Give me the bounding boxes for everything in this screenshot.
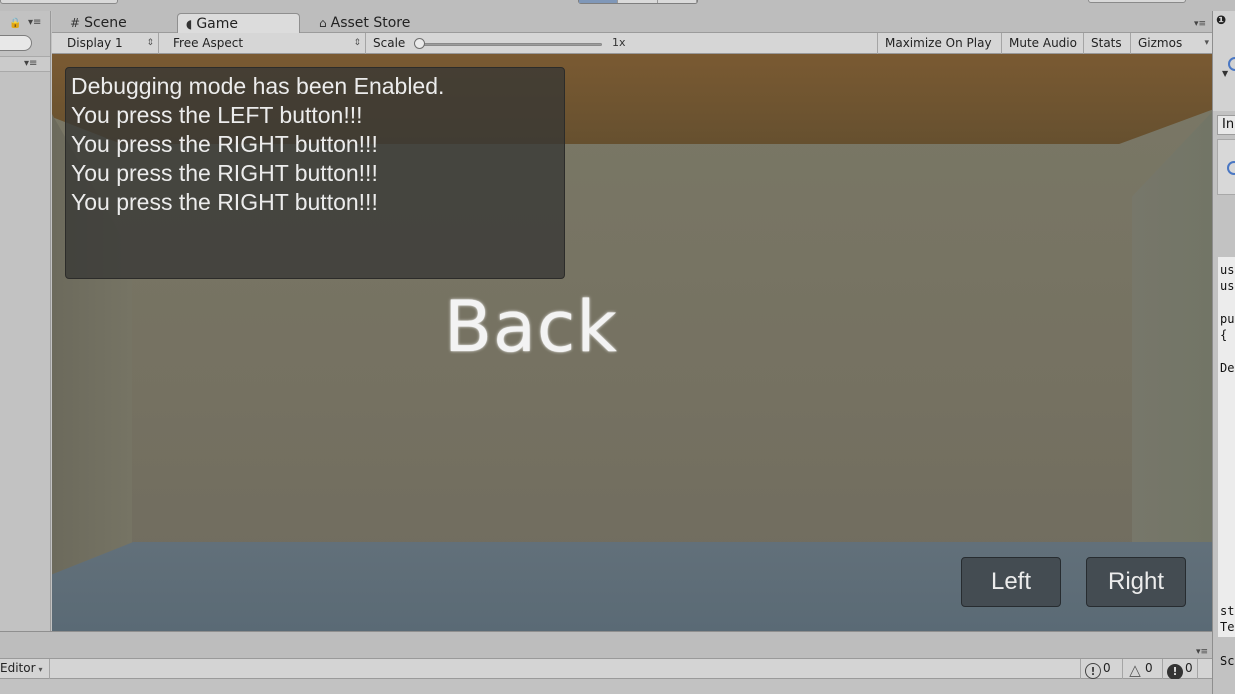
hierarchy-panel: 🔒 ▾≡ ▾≡ [0,11,51,631]
debug-line: You press the LEFT button!!! [71,102,363,128]
game-controller-icon: ◖ [186,17,193,31]
debug-line: Debugging mode has been Enabled. [71,73,445,99]
pause-button[interactable] [618,0,658,3]
tab-scene[interactable]: # Scene [62,13,135,34]
unity-editor-window: 🔒 ▾≡ ▾≡ # Scene ◖ Game ⌂ Asset Store ▾≡ Dis… [0,0,1235,694]
log-count-toggle[interactable]: ! 0 [1080,659,1115,679]
lock-icon[interactable]: 🔒 [9,18,21,29]
scene-menu-icon[interactable]: ▾≡ [24,58,37,69]
shopping-bag-icon: ⌂ [319,16,327,30]
scale-label: Scale [373,36,406,50]
code-line: us [1220,263,1235,277]
room-right-wall [1132,112,1212,582]
play-button[interactable] [579,0,619,3]
panel-menu-icon[interactable]: ▾≡ [28,17,41,28]
panel-menu-icon[interactable]: ▾≡ [1196,647,1208,657]
back-label[interactable]: Back [444,286,618,368]
code-line: De [1220,361,1235,375]
component-icon [1227,161,1235,175]
scale-slider-thumb[interactable] [414,38,425,49]
step-button[interactable] [658,0,697,3]
code-line: Sc [1220,654,1235,668]
scale-control: Scale 1x [366,33,628,54]
code-line: { [1220,328,1228,342]
stats-toggle[interactable]: Stats [1084,33,1131,54]
debug-line: You press the RIGHT button!!! [71,160,378,186]
scale-slider-track[interactable] [418,43,602,46]
info-icon: ! [1085,663,1101,679]
log-count: 0 [1103,661,1111,675]
debug-log-box: Debugging mode has been Enabled. You pre… [65,67,565,279]
code-line: Te [1220,620,1235,634]
console-toolbar: Editor ▾ ! 0 △ 0 ! 0 [0,658,1212,680]
tab-asset-store[interactable]: ⌂ Asset Store [311,13,418,34]
transform-tools[interactable] [0,0,118,4]
display-label: Display 1 [67,36,123,50]
info-icon: ❶ [1216,13,1227,27]
hierarchy-header: 🔒 ▾≡ [0,17,50,33]
status-bar [0,679,1212,694]
maximize-on-play-toggle[interactable]: Maximize On Play [877,33,1002,54]
warning-icon: △ [1129,661,1141,679]
code-line: pu [1220,312,1235,326]
hierarchy-row[interactable]: ▾≡ [0,56,50,72]
aspect-dropdown[interactable]: Free Aspect ⇕ [166,33,366,54]
editor-dropdown[interactable]: Editor ▾ [0,659,50,679]
layers-dropdown[interactable] [1088,0,1186,3]
display-dropdown[interactable]: Display 1 ⇕ [60,33,159,54]
mute-audio-toggle[interactable]: Mute Audio [1002,33,1084,54]
left-button[interactable]: Left [961,557,1061,607]
debug-line: You press the RIGHT button!!! [71,131,378,157]
scale-value: 1x [612,36,626,49]
warning-count-toggle[interactable]: △ 0 [1122,659,1157,679]
error-count: 0 [1185,661,1193,675]
tab-asset-store-label: Asset Store [330,15,411,31]
chevron-updown-icon: ⇕ [146,38,154,48]
chevron-down-icon: ▾ [1204,38,1209,48]
error-icon: ! [1167,664,1183,680]
code-line: sty [1220,604,1235,618]
script-icon [1228,57,1235,71]
game-viewport[interactable]: Debugging mode has been Enabled. You pre… [52,54,1212,632]
game-view-toolbar: Display 1 ⇕ Free Aspect ⇕ Scale 1x Maxim… [52,33,1212,54]
right-button[interactable]: Right [1086,557,1186,607]
editor-label: Editor [0,661,36,675]
console-tab-strip: ▾≡ [0,631,1212,658]
warning-count: 0 [1145,661,1153,675]
code-line: us [1220,279,1235,293]
tab-menu-icon[interactable]: ▾≡ [1194,19,1206,29]
inspector-field[interactable]: In [1217,115,1235,135]
main-toolbar [0,0,1235,11]
play-controls[interactable] [578,0,698,4]
inspector-panel: ❶ ▼ In us us pu { De sty Te Sc [1212,11,1235,694]
aspect-label: Free Aspect [173,36,244,50]
grid-icon: # [70,16,81,30]
hierarchy-search-input[interactable] [0,35,32,51]
gizmos-dropdown[interactable]: Gizmos ▾ [1131,33,1209,54]
tab-scene-label: Scene [84,15,127,31]
chevron-down-icon[interactable]: ▼ [1222,69,1228,78]
tab-game[interactable]: ◖ Game [177,13,300,34]
debug-line: You press the RIGHT button!!! [71,189,378,215]
tab-game-label: Game [196,16,239,32]
view-tabbar: # Scene ◖ Game ⌂ Asset Store ▾≡ [52,11,1212,34]
chevron-updown-icon: ⇕ [353,38,361,48]
gizmos-label: Gizmos [1138,36,1183,50]
inspector-header: ❶ ▼ [1213,11,1235,111]
error-count-toggle[interactable]: ! 0 [1162,659,1198,680]
chevron-down-icon: ▾ [38,665,43,674]
